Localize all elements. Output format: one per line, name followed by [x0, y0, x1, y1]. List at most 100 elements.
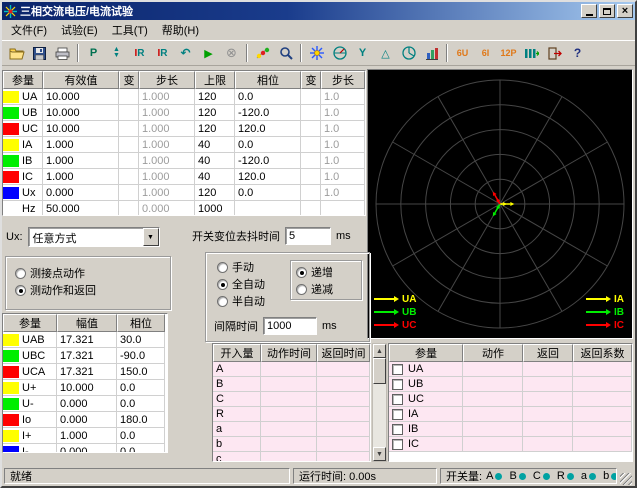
scrollbar[interactable]: ▲ ▼	[372, 343, 387, 462]
open-button[interactable]	[5, 42, 28, 64]
vary-cell[interactable]	[119, 201, 139, 216]
vary-cell[interactable]	[119, 153, 139, 169]
output-power-button[interactable]: P	[82, 42, 105, 64]
radio-option[interactable]: 测动作和返回	[15, 282, 170, 298]
menu-item[interactable]: 文件(F)	[4, 19, 54, 41]
step-cell[interactable]: 1.000	[139, 137, 195, 153]
phase-step-cell[interactable]: 1.0	[321, 153, 365, 169]
sequence-output-button[interactable]	[520, 42, 543, 64]
param-cell[interactable]: Ux	[3, 185, 43, 201]
radio-option[interactable]: 半自动	[217, 293, 265, 309]
menu-item[interactable]: 试验(E)	[54, 19, 105, 41]
limit-cell[interactable]: 120	[195, 185, 235, 201]
ux-mode-select[interactable]: 任意方式 ▼	[28, 227, 160, 247]
radio-option[interactable]: 手动	[217, 259, 265, 275]
param-checkbox[interactable]	[392, 439, 403, 450]
bar-graph-button[interactable]	[420, 42, 443, 64]
limit-cell[interactable]: 120	[195, 89, 235, 105]
close-button[interactable]: ×	[617, 4, 633, 18]
menu-item[interactable]: 帮助(H)	[155, 19, 206, 41]
twelve-phase-button[interactable]: 12P	[497, 42, 520, 64]
param-checkbox[interactable]	[392, 379, 403, 390]
debounce-input[interactable]	[285, 227, 331, 245]
ir-lower-button[interactable]: IR	[151, 42, 174, 64]
limit-cell[interactable]: 120	[195, 105, 235, 121]
six-current-button[interactable]: 6I	[474, 42, 497, 64]
param-cell[interactable]: IB	[3, 153, 43, 169]
step-cell[interactable]: 1.000	[139, 153, 195, 169]
table-row[interactable]: UB 10.000 1.000 120 -120.0 1.0	[3, 105, 365, 121]
vary-cell[interactable]	[119, 121, 139, 137]
delta-connection-button[interactable]: △	[374, 42, 397, 64]
exit-button[interactable]	[543, 42, 566, 64]
table-row[interactable]: Ux 0.000 1.000 120 0.0 1.0	[3, 185, 365, 201]
radio-option[interactable]: 全自动	[217, 276, 265, 292]
phase-step-cell[interactable]	[321, 201, 365, 216]
step-cell[interactable]: 1.000	[139, 121, 195, 137]
vary-cell[interactable]	[301, 185, 321, 201]
phase-cell[interactable]: -120.0	[235, 153, 301, 169]
phase-step-cell[interactable]: 1.0	[321, 185, 365, 201]
value-cell[interactable]: 1.000	[43, 137, 119, 153]
print-button[interactable]	[51, 42, 74, 64]
param-cell[interactable]: UC	[3, 121, 43, 137]
radio-option[interactable]: 测接点动作	[15, 265, 170, 281]
y-connection-button[interactable]: Y	[351, 42, 374, 64]
table-row[interactable]: IC 1.000 1.000 40 120.0 1.0	[3, 169, 365, 185]
scroll-up-button[interactable]: ▲	[373, 344, 386, 358]
vary-cell[interactable]	[301, 89, 321, 105]
limit-cell[interactable]: 1000	[195, 201, 235, 216]
phase-step-cell[interactable]: 1.0	[321, 169, 365, 185]
table-row[interactable]: UC 10.000 1.000 120 120.0 1.0	[3, 121, 365, 137]
table-row[interactable]: UA 10.000 1.000 120 0.0 1.0	[3, 89, 365, 105]
phase-cell[interactable]: -120.0	[235, 105, 301, 121]
phasor-dots-button[interactable]	[251, 42, 274, 64]
phase-step-cell[interactable]: 1.0	[321, 121, 365, 137]
step-cell[interactable]: 1.000	[139, 185, 195, 201]
zoom-button[interactable]	[274, 42, 297, 64]
resize-grip[interactable]	[620, 473, 632, 485]
vary-cell[interactable]	[119, 105, 139, 121]
chevron-down-icon[interactable]: ▼	[143, 228, 159, 246]
vary-cell[interactable]	[119, 169, 139, 185]
minimize-button[interactable]	[581, 4, 597, 18]
param-checkbox[interactable]	[392, 424, 403, 435]
scrollbar-track[interactable]	[373, 384, 386, 447]
value-cell[interactable]: 1.000	[43, 169, 119, 185]
vary-cell[interactable]	[301, 153, 321, 169]
start-test-button[interactable]: ▶	[197, 42, 220, 64]
step-cell[interactable]: 1.000	[139, 169, 195, 185]
vary-cell[interactable]	[301, 105, 321, 121]
step-cell[interactable]: 1.000	[139, 105, 195, 121]
radio-option[interactable]: 递减	[296, 281, 361, 297]
raise-lower-button[interactable]: ▲ ▼	[105, 42, 128, 64]
menu-item[interactable]: 工具(T)	[105, 19, 155, 41]
param-cell[interactable]: IA	[3, 137, 43, 153]
value-cell[interactable]: 1.000	[43, 153, 119, 169]
radio-option[interactable]: 递增	[296, 264, 361, 280]
limit-cell[interactable]: 120	[195, 121, 235, 137]
phase-cell[interactable]: 120.0	[235, 169, 301, 185]
param-cell[interactable]: UB	[3, 105, 43, 121]
param-checkbox[interactable]	[392, 394, 403, 405]
table-row[interactable]: IA 1.000 1.000 40 0.0 1.0	[3, 137, 365, 153]
vary-cell[interactable]	[301, 201, 321, 216]
phase-step-cell[interactable]: 1.0	[321, 105, 365, 121]
vary-cell[interactable]	[119, 89, 139, 105]
six-voltage-button[interactable]: 6U	[451, 42, 474, 64]
vary-cell[interactable]	[119, 185, 139, 201]
limit-cell[interactable]: 40	[195, 169, 235, 185]
help-button[interactable]: ?	[566, 42, 589, 64]
vary-cell[interactable]	[119, 137, 139, 153]
param-cell[interactable]: Hz	[3, 201, 43, 216]
param-cell[interactable]: IC	[3, 169, 43, 185]
param-checkbox[interactable]	[392, 409, 403, 420]
scope-view-button[interactable]	[328, 42, 351, 64]
vary-cell[interactable]	[301, 169, 321, 185]
phase-cell[interactable]: 120.0	[235, 121, 301, 137]
limit-cell[interactable]: 40	[195, 153, 235, 169]
phase-cell[interactable]: 0.0	[235, 89, 301, 105]
vary-cell[interactable]	[301, 137, 321, 153]
phase-step-cell[interactable]: 1.0	[321, 137, 365, 153]
undo-button[interactable]: ↶	[174, 42, 197, 64]
